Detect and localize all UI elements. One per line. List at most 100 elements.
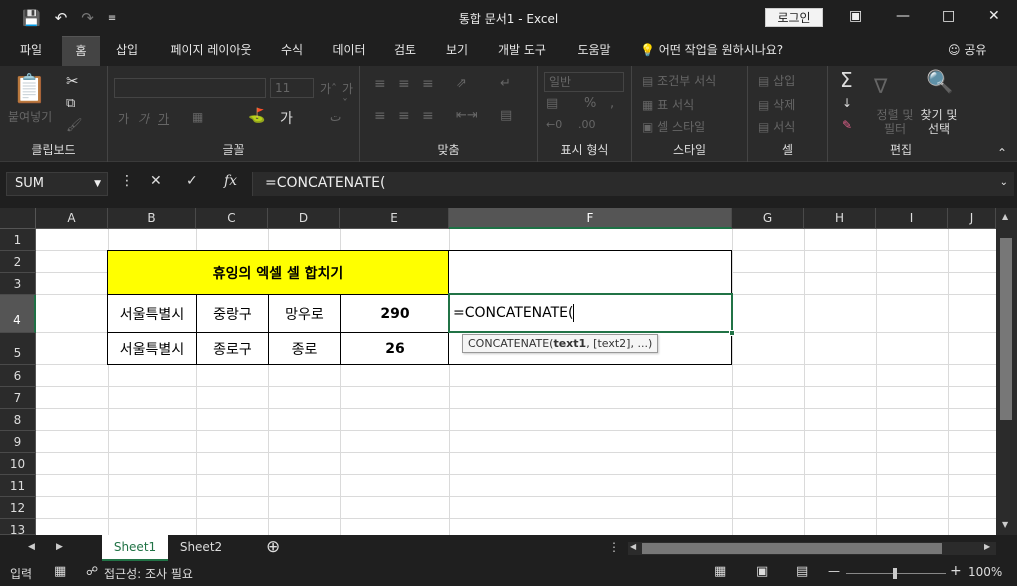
bold-icon[interactable]: 가 (118, 110, 129, 127)
number-format-select[interactable]: 일반 (544, 72, 624, 92)
horizontal-scrollbar[interactable]: ◀ ▶ (628, 542, 996, 555)
tab-page-layout[interactable]: 페이지 레이아웃 (158, 36, 264, 66)
page-layout-view-icon[interactable]: ▣ (756, 564, 768, 579)
zoom-in-icon[interactable]: + (950, 563, 962, 579)
format-cells-button[interactable]: ▤ 서식 (758, 118, 795, 135)
tab-review[interactable]: 검토 (384, 36, 426, 66)
cell-c5[interactable]: 종로구 (196, 332, 269, 365)
font-size-select[interactable]: 11 (270, 78, 314, 98)
cell-d5[interactable]: 종로 (268, 332, 341, 365)
minimize-icon[interactable]: — (896, 8, 910, 24)
cell-b4[interactable]: 서울특별시 (107, 294, 197, 333)
row-header-3[interactable]: 3 (0, 273, 36, 295)
format-painter-icon[interactable]: 🖌 (66, 118, 83, 133)
row-header-10[interactable]: 10 (0, 453, 36, 475)
next-sheet-icon[interactable]: ▶ (56, 542, 63, 552)
align-center-icon[interactable]: ≡ (398, 108, 410, 124)
zoom-level[interactable]: 100% (968, 565, 1002, 579)
vertical-scroll-thumb[interactable] (1000, 238, 1012, 420)
clear-icon[interactable]: ✎ (842, 118, 852, 132)
accessibility-status[interactable]: 접근성: 조사 필요 (104, 565, 193, 582)
tab-formulas[interactable]: 수식 (272, 36, 312, 66)
row-header-7[interactable]: 7 (0, 387, 36, 409)
font-color-icon[interactable]: 가 (280, 108, 293, 128)
align-middle-icon[interactable]: ≡ (398, 76, 410, 92)
column-header-d[interactable]: D (268, 208, 340, 229)
name-box-dropdown-icon[interactable]: ▼ (94, 173, 101, 195)
cell-b5[interactable]: 서울특별시 (107, 332, 197, 365)
cell-styles-button[interactable]: ▣ 셀 스타일 (642, 118, 705, 135)
border-icon[interactable]: ▦ (192, 110, 203, 124)
row-header-11[interactable]: 11 (0, 475, 36, 497)
autosum-icon[interactable]: Σ (840, 68, 853, 92)
delete-cells-button[interactable]: ▤ 삭제 (758, 96, 795, 113)
insert-function-icon[interactable]: fx (224, 173, 237, 189)
select-all-corner[interactable] (0, 208, 36, 229)
row-header-8[interactable]: 8 (0, 409, 36, 431)
scroll-down-icon[interactable]: ▼ (1002, 520, 1008, 529)
cell-f2[interactable] (448, 250, 732, 295)
decrease-font-icon[interactable]: 가ˇ (342, 80, 359, 111)
sort-filter-icon[interactable]: ∇ (874, 74, 887, 98)
tab-home[interactable]: 홈 (62, 36, 100, 66)
italic-icon[interactable]: 가 (138, 110, 149, 127)
conditional-format-button[interactable]: ▤ 조건부 서식 (642, 72, 716, 89)
paste-icon[interactable]: 📋 (12, 72, 47, 105)
row-header-5[interactable]: 5 (0, 333, 36, 365)
tab-insert[interactable]: 삽입 (106, 36, 148, 66)
enter-icon[interactable]: ✓ (186, 173, 198, 189)
comma-icon[interactable]: , (610, 96, 614, 111)
scroll-left-icon[interactable]: ◀ (630, 542, 636, 551)
row-header-13[interactable]: 13 (0, 519, 36, 535)
find-icon[interactable]: 🔍 (926, 70, 953, 95)
cell-area[interactable]: 휴잉의 엑셀 셀 합치기 서울특별시 중랑구 망우로 290 서울특별시 종로구… (36, 229, 996, 535)
tab-view[interactable]: 보기 (436, 36, 478, 66)
macro-record-icon[interactable]: ▦ (54, 564, 66, 579)
active-cell-f4[interactable]: =CONCATENATE( (448, 293, 733, 333)
scroll-right-icon[interactable]: ▶ (984, 542, 990, 551)
zoom-slider-thumb[interactable] (893, 568, 897, 579)
tab-file[interactable]: 파일 (10, 36, 52, 66)
row-header-4[interactable]: 4 (0, 295, 36, 333)
cancel-icon[interactable]: ✕ (150, 173, 162, 189)
formula-input[interactable]: =CONCATENATE( ⌄ (252, 172, 1014, 196)
row-header-2[interactable]: 2 (0, 251, 36, 273)
ribbon-display-icon[interactable]: ▣ (849, 8, 862, 24)
sheet-tab-sheet2[interactable]: Sheet2 (170, 535, 232, 561)
name-box[interactable]: SUM ▼ (6, 172, 108, 196)
column-header-e[interactable]: E (340, 208, 449, 229)
cell-e4[interactable]: 290 (340, 294, 450, 333)
tab-split-icon[interactable]: ⋮ (608, 540, 620, 554)
row-header-9[interactable]: 9 (0, 431, 36, 453)
normal-view-icon[interactable]: ▦ (714, 564, 726, 579)
vertical-scrollbar[interactable]: ▲ ▼ (996, 208, 1017, 535)
horizontal-scroll-thumb[interactable] (642, 543, 942, 554)
tab-help[interactable]: 도움말 (566, 36, 622, 66)
align-right-icon[interactable]: ≡ (422, 108, 434, 124)
insert-cells-button[interactable]: ▤ 삽입 (758, 72, 795, 89)
cut-icon[interactable]: ✂ (66, 72, 79, 90)
close-icon[interactable]: ✕ (988, 8, 1000, 24)
tab-developer[interactable]: 개발 도구 (488, 36, 556, 66)
column-header-b[interactable]: B (108, 208, 196, 229)
increase-font-icon[interactable]: 가ˆ (320, 80, 337, 97)
indent-icon[interactable]: ⇤⇥ (456, 108, 478, 123)
underline-icon[interactable]: 가 (158, 110, 169, 127)
merge-center-icon[interactable]: ▤ (500, 108, 512, 123)
font-name-select[interactable] (114, 78, 266, 98)
page-break-view-icon[interactable]: ▤ (796, 564, 808, 579)
column-header-f[interactable]: F (449, 208, 732, 229)
cell-e5[interactable]: 26 (340, 332, 450, 365)
login-button[interactable]: 로그인 (765, 8, 823, 27)
fill-icon[interactable]: ↓ (842, 96, 852, 110)
row-header-6[interactable]: 6 (0, 365, 36, 387)
tell-me-search[interactable]: 💡 어떤 작업을 원하시나요? (640, 36, 783, 66)
zoom-out-icon[interactable]: — (828, 564, 840, 578)
accounting-icon[interactable]: ▤ (546, 96, 558, 111)
scroll-up-icon[interactable]: ▲ (1002, 212, 1008, 221)
collapse-ribbon-icon[interactable]: ⌃ (997, 146, 1007, 160)
align-bottom-icon[interactable]: ≡ (422, 76, 434, 92)
fill-color-icon[interactable]: ⛳ (248, 108, 265, 124)
align-left-icon[interactable]: ≡ (374, 108, 386, 124)
cell-c4[interactable]: 중랑구 (196, 294, 269, 333)
